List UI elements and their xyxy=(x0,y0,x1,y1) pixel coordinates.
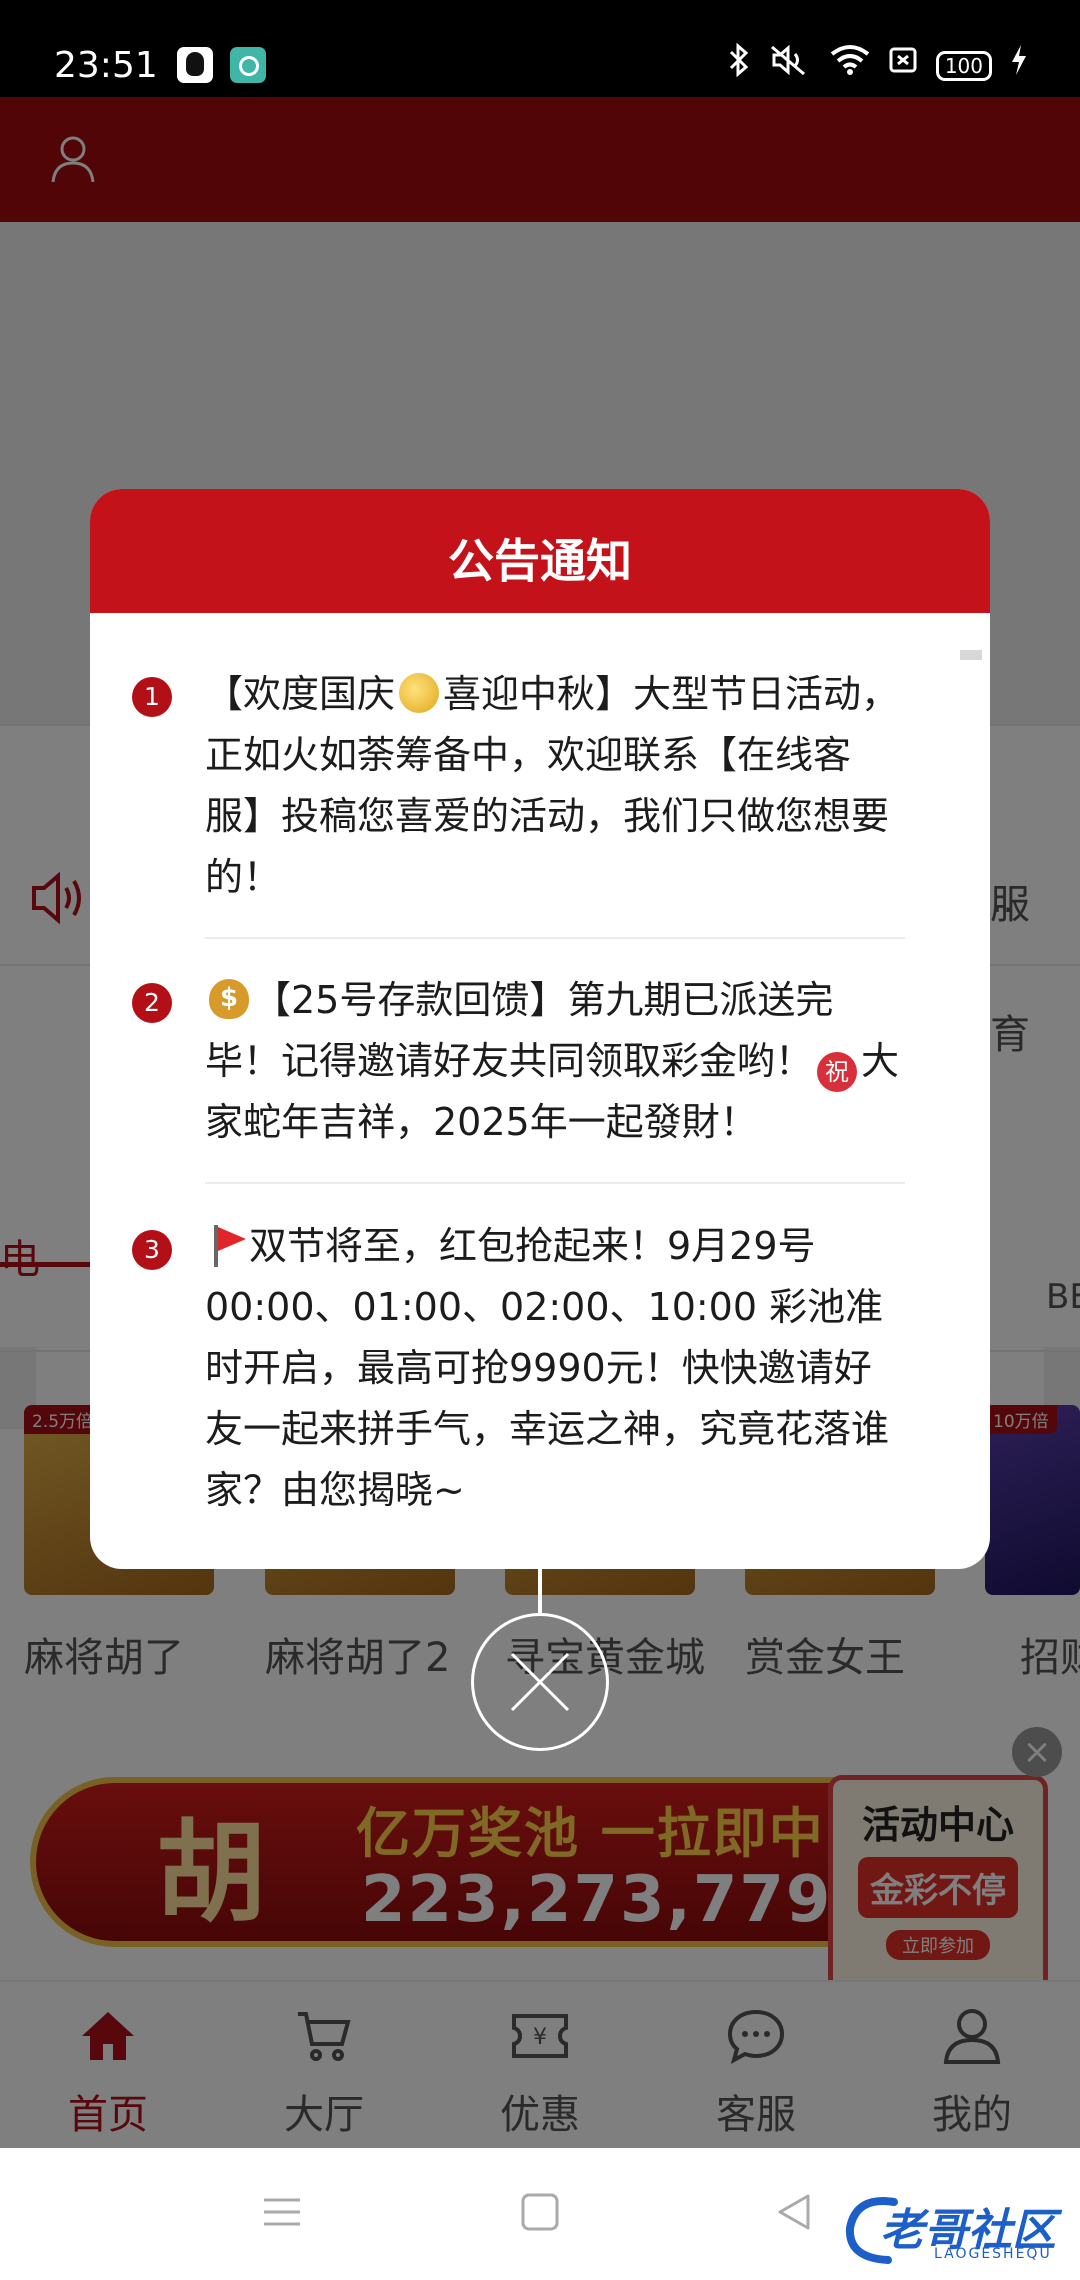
status-time: 23:51 xyxy=(54,45,158,86)
notice-number: 2 xyxy=(132,983,172,1023)
status-bar: 23:51 100 xyxy=(0,0,1080,97)
money-bag-icon xyxy=(209,979,249,1019)
sim-icon xyxy=(888,44,918,88)
app-notification-icon xyxy=(230,47,266,83)
scrollbar[interactable] xyxy=(960,650,982,660)
moon-cake-icon xyxy=(399,673,440,713)
dialog-title: 公告通知 xyxy=(448,534,632,588)
bluetooth-icon xyxy=(728,42,750,90)
notice-number: 3 xyxy=(132,1230,172,1270)
notice-divider xyxy=(205,937,905,939)
close-icon xyxy=(510,1652,570,1712)
close-connector-line xyxy=(538,1569,542,1615)
watermark-subtext: LAOGESHEQU xyxy=(934,2246,1052,2262)
status-icons: 100 xyxy=(728,42,1028,90)
back-icon[interactable] xyxy=(774,2192,814,2232)
notice-text: 【25号存款回馈】第九期已派送完毕！记得邀请好友共同领取彩金哟！祝大家蛇年吉祥，… xyxy=(205,970,905,1153)
notice-number: 1 xyxy=(132,677,172,717)
dialog-header: 公告通知 xyxy=(90,489,990,613)
mute-icon xyxy=(768,43,812,90)
notice-text-part: 【25号存款回馈】第九期已派送完毕！记得邀请好友共同领取彩金哟！ xyxy=(205,978,834,1083)
home-button-icon[interactable] xyxy=(520,2192,560,2232)
watermark-logo: 老哥社区 LAOGESHEQU xyxy=(842,2186,1068,2272)
battery-indicator: 100 xyxy=(935,51,992,81)
notice-text: 【欢度国庆 喜迎中秋】大型节日活动，正如火如荼筹备中，欢迎联系【在线客服】投稿您喜… xyxy=(205,664,905,908)
notice-divider xyxy=(205,1182,905,1184)
congratulation-icon: 祝 xyxy=(817,1052,858,1092)
wifi-icon xyxy=(830,44,870,89)
charging-icon xyxy=(1010,44,1028,89)
menu-icon[interactable] xyxy=(262,2192,302,2232)
notice-text: 双节将至，红包抢起来！9月29号00:00、01:00、02:00、10:00 … xyxy=(205,1216,905,1521)
dialog-close-button[interactable] xyxy=(471,1613,609,1751)
announcement-dialog: 公告通知 1 【欢度国庆 喜迎中秋】大型节日活动，正如火如荼筹备中，欢迎联系【在线… xyxy=(90,489,990,1569)
red-flag-icon xyxy=(209,1225,246,1267)
notice-text-part: 【欢度国庆 xyxy=(205,672,396,716)
notice-text-part: 双节将至，红包抢起来！9月29号00:00、01:00、02:00、10:00 … xyxy=(205,1224,890,1512)
qq-notification-icon xyxy=(177,47,213,83)
